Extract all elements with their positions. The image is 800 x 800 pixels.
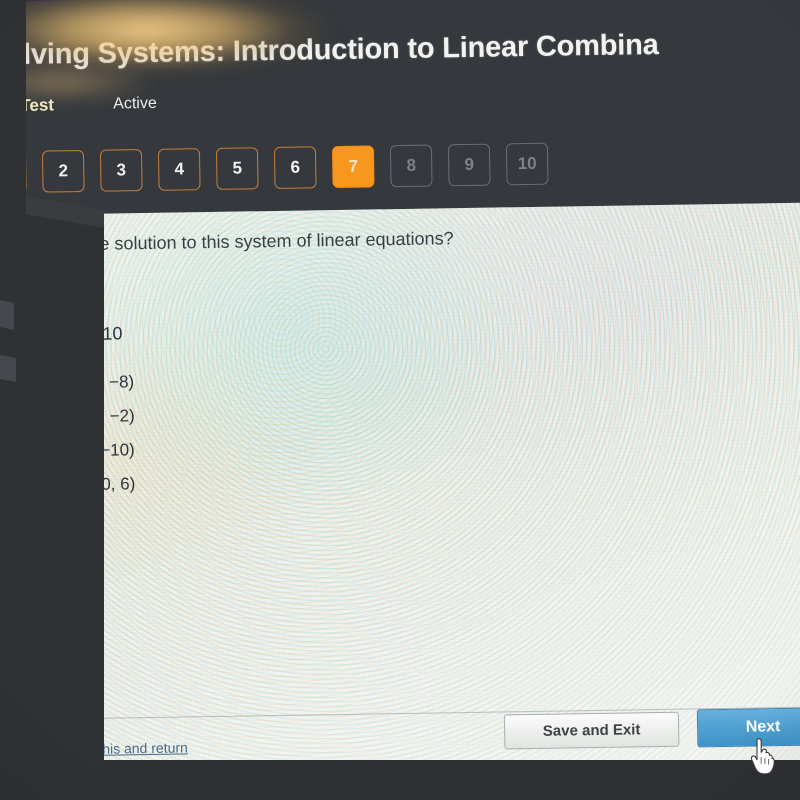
- question-nav-label: 5: [232, 158, 243, 178]
- question-nav-label: 1: [0, 162, 11, 182]
- question-prompt: What is the solution to this system of l…: [19, 228, 454, 256]
- status-badge: Active: [113, 94, 157, 113]
- question-nav-label: 7: [348, 156, 359, 176]
- assignment-type-label: Pre-Test: [0, 95, 55, 116]
- question-nav-label: 8: [406, 155, 417, 175]
- course-header: Solving Systems: Introduction to Linear …: [0, 0, 800, 222]
- radio-button-icon[interactable]: [47, 375, 63, 392]
- answer-option-label: (−8, −2): [74, 406, 135, 427]
- question-nav-item-6[interactable]: 6: [273, 146, 317, 189]
- radio-button-icon[interactable]: [49, 477, 65, 494]
- question-nav-item-2[interactable]: 2: [41, 149, 85, 193]
- answer-option-3[interactable]: (6, −10): [46, 433, 135, 468]
- footer-divider: [10, 706, 800, 721]
- page-title: Solving Systems: Introduction to Linear …: [0, 28, 659, 72]
- screen-photo: Solving Systems: Introduction to Linear …: [0, 0, 800, 800]
- answer-option-label: (−10, 6): [76, 474, 136, 495]
- answer-options[interactable]: (−2, −8) (−8, −2) (6, −10) (−10, 6): [45, 365, 136, 502]
- radio-button-icon[interactable]: [48, 409, 64, 426]
- question-card: What is the solution to this system of l…: [2, 202, 800, 776]
- question-nav-item-4[interactable]: 4: [157, 148, 201, 191]
- question-nav-item-3[interactable]: 3: [99, 149, 143, 192]
- question-navigation[interactable]: 1 2 3 4 5 6 7 8 9 10: [0, 142, 549, 194]
- question-nav-label: 6: [290, 157, 301, 177]
- question-nav-label: 3: [116, 160, 127, 180]
- question-nav-label: 10: [517, 153, 537, 174]
- mark-this-and-return-link[interactable]: Mark this and return: [63, 739, 188, 757]
- radio-button-icon[interactable]: [48, 443, 64, 460]
- question-nav-label: 9: [464, 154, 475, 175]
- question-nav-item-7[interactable]: 7: [331, 145, 375, 189]
- answer-option-2[interactable]: (−8, −2): [46, 399, 135, 434]
- save-and-exit-button[interactable]: Save and Exit: [503, 711, 680, 750]
- question-nav-label: 2: [58, 161, 69, 181]
- monitor-screen: Solving Systems: Introduction to Linear …: [0, 0, 800, 800]
- question-nav-item-9: 9: [447, 143, 491, 187]
- next-button[interactable]: Next: [696, 707, 800, 748]
- question-nav-item-5[interactable]: 5: [215, 147, 259, 190]
- equation-1: y – x = 6: [26, 280, 95, 302]
- answer-option-1[interactable]: (−2, −8): [45, 365, 134, 400]
- answer-option-label: (6, −10): [75, 440, 135, 461]
- question-nav-item-10: 10: [505, 142, 549, 186]
- question-nav-item-1[interactable]: 1: [0, 150, 27, 194]
- equation-2: y + x = −10: [32, 323, 123, 345]
- answer-option-label: (−2, −8): [74, 372, 135, 393]
- answer-option-4[interactable]: (−10, 6): [47, 467, 136, 502]
- question-nav-label: 4: [174, 159, 185, 179]
- question-nav-item-8: 8: [389, 144, 433, 188]
